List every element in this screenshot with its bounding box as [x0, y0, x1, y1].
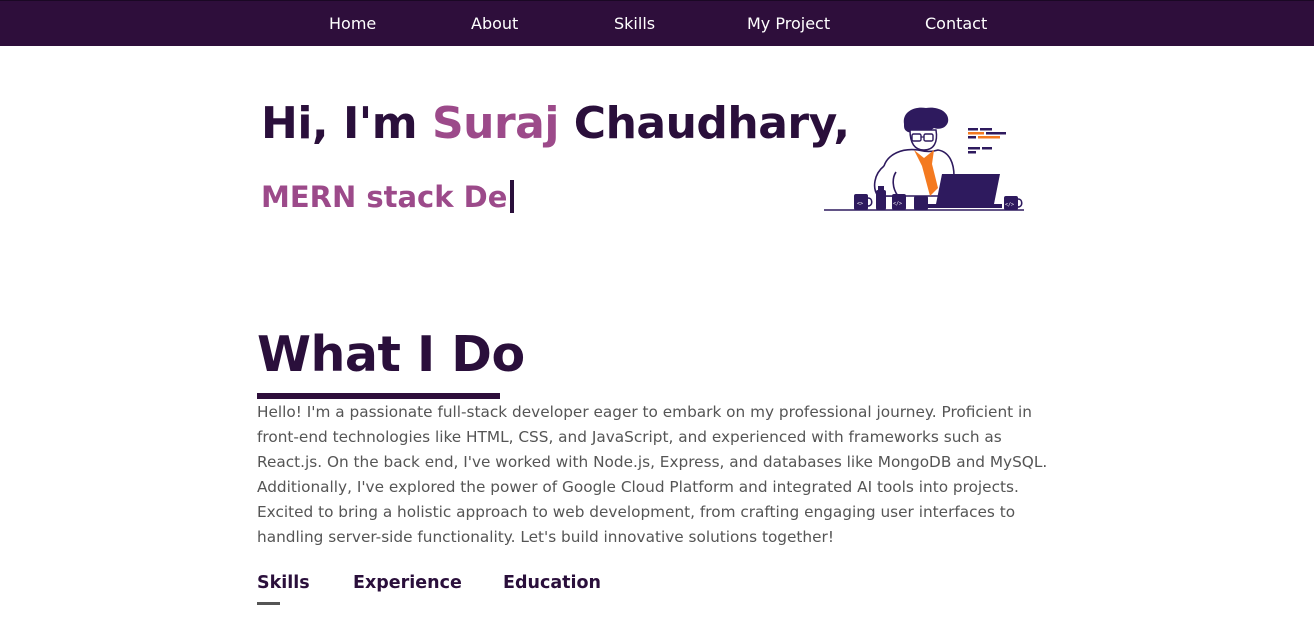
top-navbar: Home About Skills My Project Contact: [0, 0, 1314, 46]
tab-experience[interactable]: Experience: [353, 573, 462, 593]
nav-link-contact[interactable]: Contact: [925, 14, 987, 33]
code-lines-icon: [968, 128, 1006, 154]
active-tab-indicator: [257, 602, 280, 605]
developer-illustration: <> </> </>: [822, 104, 1026, 214]
about-paragraph: Hello! I'm a passionate full-stack devel…: [257, 403, 1048, 546]
svg-text:<>: <>: [857, 201, 863, 207]
hero-first-name: Suraj: [431, 98, 560, 149]
what-i-do-title: What I Do: [257, 326, 525, 383]
hero-title: Hi, I'm Suraj Chaudhary,: [261, 98, 850, 149]
svg-text:</>: </>: [893, 201, 902, 207]
tab-education[interactable]: Education: [503, 573, 601, 593]
typing-caret: [510, 180, 515, 213]
nav-link-home[interactable]: Home: [329, 14, 376, 33]
hero-last-name: Chaudhary,: [558, 98, 850, 149]
tab-skills[interactable]: Skills: [257, 573, 310, 593]
typed-role-text: MERN stack De: [261, 180, 515, 214]
title-underline: [257, 393, 500, 399]
developer-at-laptop-icon: <> </> </>: [824, 107, 1024, 211]
svg-text:</>: </>: [1005, 202, 1014, 208]
nav-link-my-project[interactable]: My Project: [747, 14, 830, 33]
nav-link-skills[interactable]: Skills: [614, 14, 655, 33]
hero-greeting: Hi, I'm: [261, 98, 432, 149]
typed-role-label: MERN stack De: [261, 180, 508, 214]
nav-link-about[interactable]: About: [471, 14, 518, 33]
